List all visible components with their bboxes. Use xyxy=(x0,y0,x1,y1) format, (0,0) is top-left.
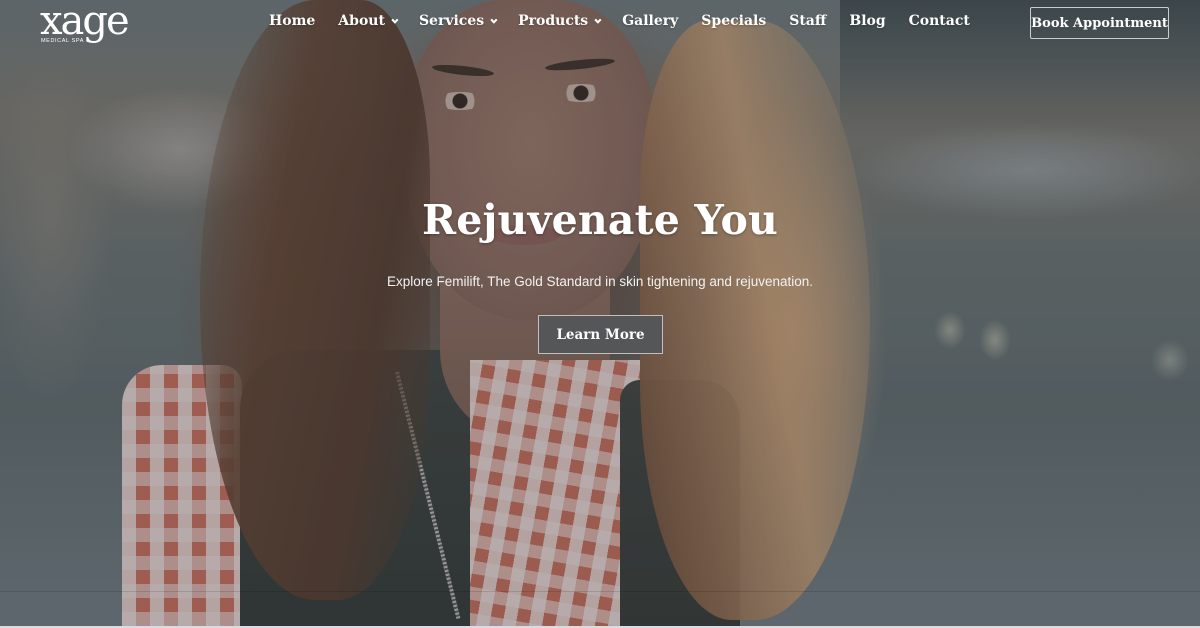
site-header: xage MEDICAL SPA Home About Services Pro… xyxy=(0,0,1200,46)
hero-title: Rejuvenate You xyxy=(421,196,779,244)
hero-subtitle: Explore Femilift, The Gold Standard in s… xyxy=(387,274,813,289)
chevron-down-icon xyxy=(490,16,498,24)
nav-item-label: Specials xyxy=(701,13,767,29)
book-appointment-button[interactable]: Book Appointment xyxy=(1030,7,1169,39)
hero-band-line xyxy=(0,591,1200,592)
hero-overlay xyxy=(0,0,1200,626)
nav-item-about[interactable]: About xyxy=(338,13,399,29)
logo-subtitle: MEDICAL SPA xyxy=(41,38,84,44)
nav-item-label: Home xyxy=(269,13,316,29)
site-logo[interactable]: xage MEDICAL SPA xyxy=(40,0,140,46)
logo-wordmark: xage xyxy=(40,0,130,44)
chevron-down-icon xyxy=(594,16,602,24)
nav-item-label: About xyxy=(338,13,385,29)
nav-item-label: Services xyxy=(418,13,485,29)
nav-item-gallery[interactable]: Gallery xyxy=(622,13,678,29)
nav-item-blog[interactable]: Blog xyxy=(849,13,885,29)
nav-item-label: Contact xyxy=(908,13,970,29)
learn-more-button[interactable]: Learn More xyxy=(538,315,663,354)
nav-item-home[interactable]: Home xyxy=(269,13,315,29)
nav-item-label: Gallery xyxy=(622,13,679,29)
main-nav: Home About Services Products Gallery Spe… xyxy=(269,13,970,29)
nav-item-label: Blog xyxy=(849,13,886,29)
nav-item-services[interactable]: Services xyxy=(418,13,498,29)
nav-item-label: Staff xyxy=(789,13,827,29)
nav-item-staff[interactable]: Staff xyxy=(789,13,826,29)
hero-section: Rejuvenate You Explore Femilift, The Gol… xyxy=(0,0,1200,626)
nav-item-contact[interactable]: Contact xyxy=(909,13,970,29)
nav-item-label: Products xyxy=(518,13,589,29)
nav-item-products[interactable]: Products xyxy=(518,13,602,29)
nav-item-specials[interactable]: Specials xyxy=(701,13,766,29)
chevron-down-icon xyxy=(391,16,399,24)
